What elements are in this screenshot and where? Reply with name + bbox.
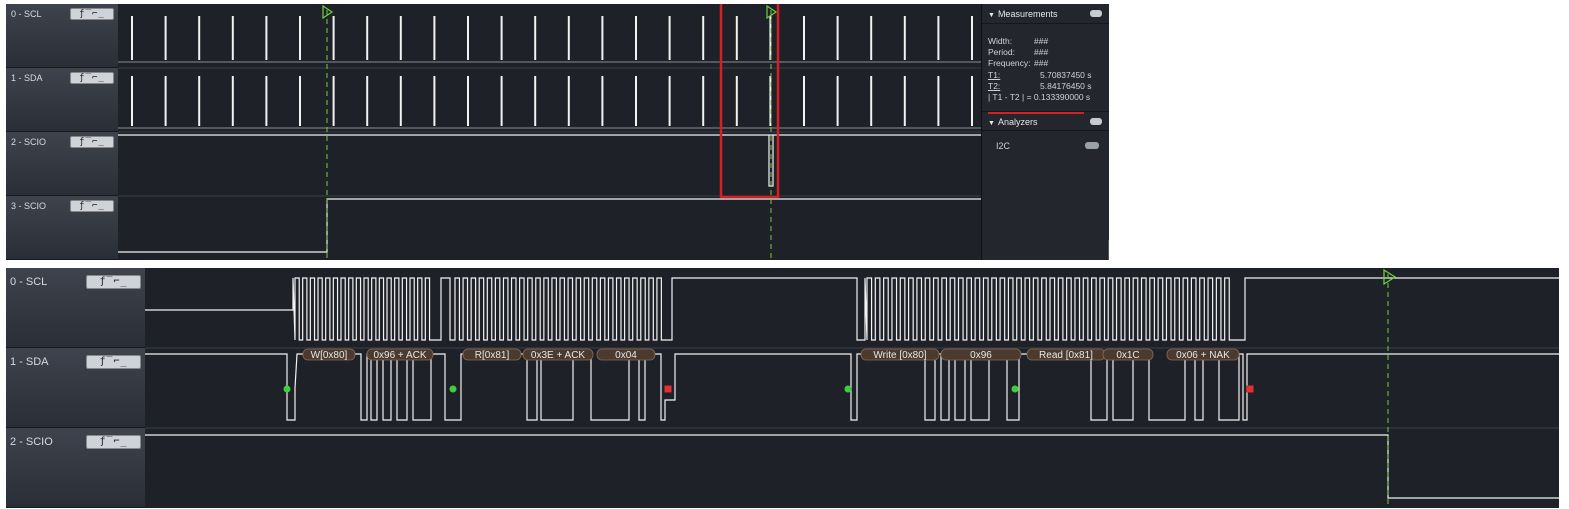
trigger-controls-icon[interactable]: ƒ‾⌐_	[70, 136, 114, 148]
stop-condition-icon	[1246, 385, 1254, 393]
measurement-value: ###	[1034, 36, 1049, 46]
measurement-row-period: Period: ###	[988, 47, 1108, 58]
decode-label: Write [0x80]	[873, 350, 926, 361]
sda-signal	[145, 353, 1559, 421]
decode-label: 0x96	[970, 350, 992, 361]
channel-name: 0 - SCL	[11, 9, 42, 19]
measurement-key: T2:	[988, 81, 1001, 91]
analyzers-title: Analyzers	[997, 117, 1038, 127]
trigger-controls-icon[interactable]: ƒ‾⌐_	[70, 72, 114, 84]
start-condition-icon	[844, 385, 852, 393]
trigger-controls-icon[interactable]: ƒ‾⌐_	[86, 435, 141, 449]
start-condition-icon	[1011, 385, 1019, 393]
analyzer-item-i2c[interactable]: I2C	[996, 141, 1010, 151]
bottom-waveform-area[interactable]: W[0x80] 0x96 + ACK R[0x81] 0x3E + ACK 0x04 Wr…	[145, 268, 1559, 508]
top-capture-panel: 0 - SCL ƒ‾⌐_ 1 - SDA ƒ‾⌐_ 2 - SCIO ƒ‾⌐_ …	[6, 4, 1109, 260]
channel-name: 1 - SDA	[10, 356, 49, 368]
measurement-row-t1[interactable]: T1: 5.70837450 s	[988, 70, 1108, 81]
start-condition-icon	[283, 385, 291, 393]
stop-condition-icon	[664, 385, 672, 393]
trigger-controls-icon[interactable]: ƒ‾⌐_	[70, 200, 114, 212]
trigger-controls-icon[interactable]: ƒ‾⌐_	[86, 275, 141, 289]
decode-label: W[0x80]	[311, 350, 348, 361]
bottom-channel-1[interactable]: 1 - SDA ƒ‾⌐_	[6, 348, 145, 428]
channel-name: 2 - SCIO	[11, 137, 47, 147]
measurement-row-delta: | T1 - T2 | = 0.133390000 s	[988, 92, 1108, 103]
measurement-row-width: Width: ###	[988, 36, 1108, 47]
measurements-header[interactable]: ▼ Measurements	[982, 4, 1109, 24]
collapse-triangle-icon[interactable]: ▼	[988, 12, 995, 19]
analyzers-settings-icon[interactable]	[1090, 118, 1102, 125]
scio2-glitch	[768, 135, 774, 187]
measurement-key: Frequency:	[988, 58, 1031, 68]
channel-name: 0 - SCL	[10, 276, 48, 288]
decode-label: 0x04	[615, 350, 637, 361]
analyzer-settings-icon[interactable]	[1085, 142, 1099, 149]
top-channel-1[interactable]: 1 - SDA ƒ‾⌐_	[6, 68, 118, 132]
top-channel-3[interactable]: 3 - SCIO ƒ‾⌐_	[6, 196, 118, 260]
decode-label: Read [0x81]	[1039, 350, 1093, 361]
decode-label: R[0x81]	[475, 350, 510, 361]
measurement-value: 5.70837450 s	[1040, 70, 1092, 80]
bottom-channel-2[interactable]: 2 - SCIO ƒ‾⌐_	[6, 428, 145, 508]
side-panel: ▼ Measurements Width: ### Period: ### Fre…	[981, 4, 1109, 260]
measurements-settings-icon[interactable]	[1090, 10, 1102, 17]
scio-signal	[145, 434, 1559, 499]
resize-handle	[1108, 240, 1109, 260]
measurement-row-t2[interactable]: T2: 5.84176450 s	[988, 81, 1108, 92]
scio3-signal	[118, 198, 981, 253]
measurement-key: T1:	[988, 70, 1001, 80]
measurement-value: ###	[1034, 58, 1049, 68]
collapse-triangle-icon[interactable]: ▼	[988, 120, 995, 127]
top-channel-0[interactable]: 0 - SCL ƒ‾⌐_	[6, 4, 118, 68]
decode-label: 0x1C	[1116, 350, 1139, 361]
channel-name: 3 - SCIO	[11, 201, 47, 211]
trigger-controls-icon[interactable]: ƒ‾⌐_	[70, 8, 114, 20]
top-channel-2[interactable]: 2 - SCIO ƒ‾⌐_	[6, 132, 118, 196]
bottom-capture-panel: 0 - SCL ƒ‾⌐_ 1 - SDA ƒ‾⌐_ 2 - SCIO ƒ‾⌐_ …	[6, 268, 1559, 508]
analyzers-header[interactable]: ▼ Analyzers	[982, 111, 1109, 131]
measurements-title: Measurements	[997, 9, 1058, 19]
measurement-value: 5.84176450 s	[1040, 81, 1092, 91]
measurement-key: Period:	[988, 47, 1015, 57]
start-condition-icon	[449, 385, 457, 393]
decode-label: 0x96 + ACK	[373, 350, 426, 361]
decode-label: 0x3E + ACK	[531, 350, 586, 361]
decode-label: 0x06 + NAK	[1176, 350, 1230, 361]
trigger-controls-icon[interactable]: ƒ‾⌐_	[86, 355, 141, 369]
measurement-value: ###	[1034, 47, 1049, 57]
measurement-row-frequency: Frequency: ###	[988, 58, 1108, 69]
bottom-channel-0[interactable]: 0 - SCL ƒ‾⌐_	[6, 268, 145, 348]
channel-name: 1 - SDA	[11, 73, 43, 83]
scl-signal	[145, 277, 1559, 341]
top-waveform-area[interactable]	[118, 4, 981, 260]
channel-name: 2 - SCIO	[10, 436, 53, 448]
measurement-key: | T1 - T2 | = 0.133390000 s	[988, 92, 1091, 102]
marker-flag-icon	[1383, 268, 1397, 286]
measurement-key: Width:	[988, 36, 1013, 46]
